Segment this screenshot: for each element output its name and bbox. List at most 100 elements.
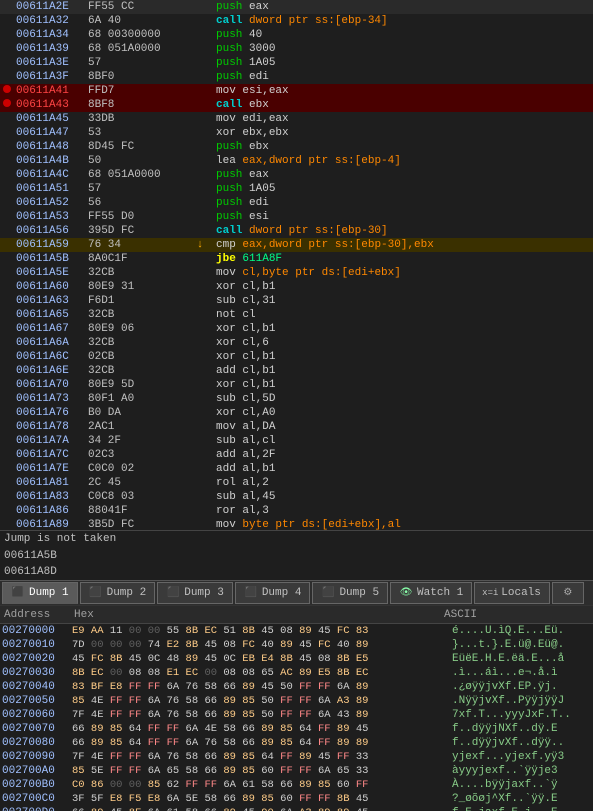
disasm-row[interactable]: 00611A5157push 1A05 [0, 182, 593, 196]
disasm-row[interactable]: 00611A5B8A0C1Fjbe 611A8F [0, 252, 593, 266]
dump-address: 00270020 [0, 652, 70, 666]
disasm-row[interactable]: 00611A7EC0C0 02add al,b1 [0, 462, 593, 476]
arrow-column [186, 392, 214, 406]
dump-row[interactable]: 0027008066 89 85 64 FF FF 6A 76 58 66 89… [0, 736, 593, 750]
asm-column: ror al,3 [214, 504, 593, 518]
dump-row[interactable]: 0027005085 4E FF FF 6A 76 58 66 89 85 50… [0, 694, 593, 708]
bp-column [0, 196, 14, 210]
dump-ascii: f..dÿÿjNXf..dÿ.E [450, 722, 593, 736]
dump-hex-values: 7D 00 00 00 74 E2 8B 45 08 FC 40 89 45 F… [70, 638, 450, 652]
status-bar-addr2: 00611A8D [0, 564, 593, 580]
disasm-row[interactable]: 00611A812C 45rol al,2 [0, 476, 593, 490]
dump-row[interactable]: 002700308B EC 00 08 08 E1 EC 00 08 08 65… [0, 666, 593, 680]
tab-locals[interactable]: x=i Locals [474, 582, 550, 604]
disasm-row[interactable]: 00611A6C02CBxor cl,b1 [0, 350, 593, 364]
disasm-row[interactable]: 00611A7A34 2Fsub al,cl [0, 434, 593, 448]
dump-header: Address Hex ASCII [0, 606, 593, 624]
disasm-row[interactable]: 00611A7380F1 A0sub cl,5D [0, 392, 593, 406]
disasm-row[interactable]: 00611A6E32CBadd cl,b1 [0, 364, 593, 378]
tab-dump1[interactable]: ⬛ Dump 1 [2, 582, 78, 604]
disasm-row[interactable]: 00611A4753xor ebx,ebx [0, 126, 593, 140]
disasm-row[interactable]: 00611A41FFD7mov esi,eax [0, 84, 593, 98]
arrow-column [186, 182, 214, 196]
disasm-row[interactable]: 00611A76B0 DAxor cl,A0 [0, 406, 593, 420]
disasm-row[interactable]: 00611A326A 40call dword ptr ss:[ebp-34] [0, 14, 593, 28]
dump-row[interactable]: 002700607F 4E FF FF 6A 76 58 66 89 85 50… [0, 708, 593, 722]
asm-column: push edi [214, 70, 593, 84]
hex-column: 56 [86, 196, 186, 210]
disasm-row[interactable]: 00611A53FF55 D0push esi [0, 210, 593, 224]
arrow-column [186, 168, 214, 182]
asm-column: push 1A05 [214, 56, 593, 70]
hex-column: F6D1 [86, 294, 186, 308]
disasm-row[interactable]: 00611A893B5D FCmov byte ptr ds:[edi+ebx]… [0, 518, 593, 530]
disasm-row[interactable]: 00611A6532CBnot cl [0, 308, 593, 322]
asm-column: xor cl,6 [214, 336, 593, 350]
arrow-column [186, 280, 214, 294]
operands: al,cl [242, 435, 275, 447]
disasm-row[interactable]: 00611A4C68 051A0000push eax [0, 168, 593, 182]
mnemonic: push [216, 197, 242, 209]
address-column: 00611A56 [14, 224, 86, 238]
dump-row[interactable]: 002700107D 00 00 00 74 E2 8B 45 08 FC 40… [0, 638, 593, 652]
disasm-row[interactable]: 00611A6780E9 06xor cl,b1 [0, 322, 593, 336]
disasm-row[interactable]: 00611A6080E9 31xor cl,b1 [0, 280, 593, 294]
disasm-row[interactable]: 00611A488D45 FCpush ebx [0, 140, 593, 154]
tab-dump3[interactable]: ⬛ Dump 3 [157, 582, 233, 604]
dump-address: 00270080 [0, 736, 70, 750]
disasm-row[interactable]: 00611A782AC1mov al,DA [0, 420, 593, 434]
dump-ascii: EüëE.H.E.ëä.E...å [450, 652, 593, 666]
disasm-row[interactable]: 00611A63F6D1sub cl,31 [0, 294, 593, 308]
dump-row[interactable]: 002700B0C0 86 00 00 85 62 FF FF 6A 61 58… [0, 778, 593, 792]
tab-dump5[interactable]: ⬛ Dump 5 [312, 582, 388, 604]
disasm-row[interactable]: 00611A5E32CBmov cl,byte ptr ds:[edi+ebx] [0, 266, 593, 280]
operands: eax,dword ptr ss:[ebp-4] [242, 155, 400, 167]
mnemonic: add [216, 365, 236, 377]
bp-column [0, 308, 14, 322]
bp-column [0, 448, 14, 462]
disasm-row[interactable]: 00611A4B50lea eax,dword ptr ss:[ebp-4] [0, 154, 593, 168]
disasm-row[interactable]: 00611A3F8BF0push edi [0, 70, 593, 84]
dump-row[interactable]: 0027004083 BF E8 FF FF 6A 76 58 66 89 45… [0, 680, 593, 694]
hex-column: 32CB [86, 336, 186, 350]
disasm-row[interactable]: 00611A3468 00300000push 40 [0, 28, 593, 42]
disasm-row[interactable]: 00611A8688041Fror al,3 [0, 504, 593, 518]
mnemonic: sub [216, 491, 236, 503]
disasm-row[interactable]: 00611A5976 34↓cmp eax,dword ptr ss:[ebp-… [0, 238, 593, 252]
disasm-row[interactable]: 00611A4533DBmov edi,eax [0, 112, 593, 126]
disasm-row[interactable]: 00611A2EFF55 CCpush eax [0, 0, 593, 14]
disasm-row[interactable]: 00611A3E57push 1A05 [0, 56, 593, 70]
operands: al,2 [242, 477, 268, 489]
operands: al,2F [242, 449, 275, 461]
hex-column: 80E9 06 [86, 322, 186, 336]
tab-dump4[interactable]: ⬛ Dump 4 [235, 582, 311, 604]
bp-column [0, 28, 14, 42]
dump-row[interactable]: 00270000E9 AA 11 00 00 55 8B EC 51 8B 45… [0, 624, 593, 638]
dump-row[interactable]: 002700907F 4E FF FF 6A 76 58 66 89 85 64… [0, 750, 593, 764]
dump-row[interactable]: 002700A085 5E FF FF 6A 65 58 66 89 85 60… [0, 764, 593, 778]
tab-dump2[interactable]: ⬛ Dump 2 [80, 582, 156, 604]
disasm-row[interactable]: 00611A5256push edi [0, 196, 593, 210]
dump-address: 00270040 [0, 680, 70, 694]
operands: esi [249, 211, 269, 223]
asm-column: xor cl,A0 [214, 406, 593, 420]
disasm-row[interactable]: 00611A6A32CBxor cl,6 [0, 336, 593, 350]
hex-column: 6A 40 [86, 14, 186, 28]
tab-watch1[interactable]: 👁 Watch 1 [390, 582, 472, 604]
disasm-row[interactable]: 00611A7080E9 5Dxor cl,b1 [0, 378, 593, 392]
disasm-row[interactable]: 00611A438BF8call ebx [0, 98, 593, 112]
tab-more[interactable]: ⚙ [552, 582, 584, 604]
arrow-column [186, 266, 214, 280]
dump-row[interactable]: 002700C03F 5F E8 F5 E8 6A 5E 58 66 89 85… [0, 792, 593, 806]
dump-row[interactable]: 0027007066 89 85 64 FF FF 6A 4E 58 66 89… [0, 722, 593, 736]
hex-column: 2AC1 [86, 420, 186, 434]
disasm-row[interactable]: 00611A7C02C3add al,2F [0, 448, 593, 462]
disasm-row[interactable]: 00611A3968 051A0000push 3000 [0, 42, 593, 56]
hex-column: 68 051A0000 [86, 42, 186, 56]
hex-column: 80E9 5D [86, 378, 186, 392]
disasm-row[interactable]: 00611A56395D FCcall dword ptr ss:[ebp-30… [0, 224, 593, 238]
dump-row[interactable]: 0027002045 FC 8B 45 0C 48 89 45 0C EB E4… [0, 652, 593, 666]
watch-icon: 👁 [399, 586, 413, 600]
disasm-row[interactable]: 00611A83C0C8 03sub al,45 [0, 490, 593, 504]
hex-column: 88041F [86, 504, 186, 518]
